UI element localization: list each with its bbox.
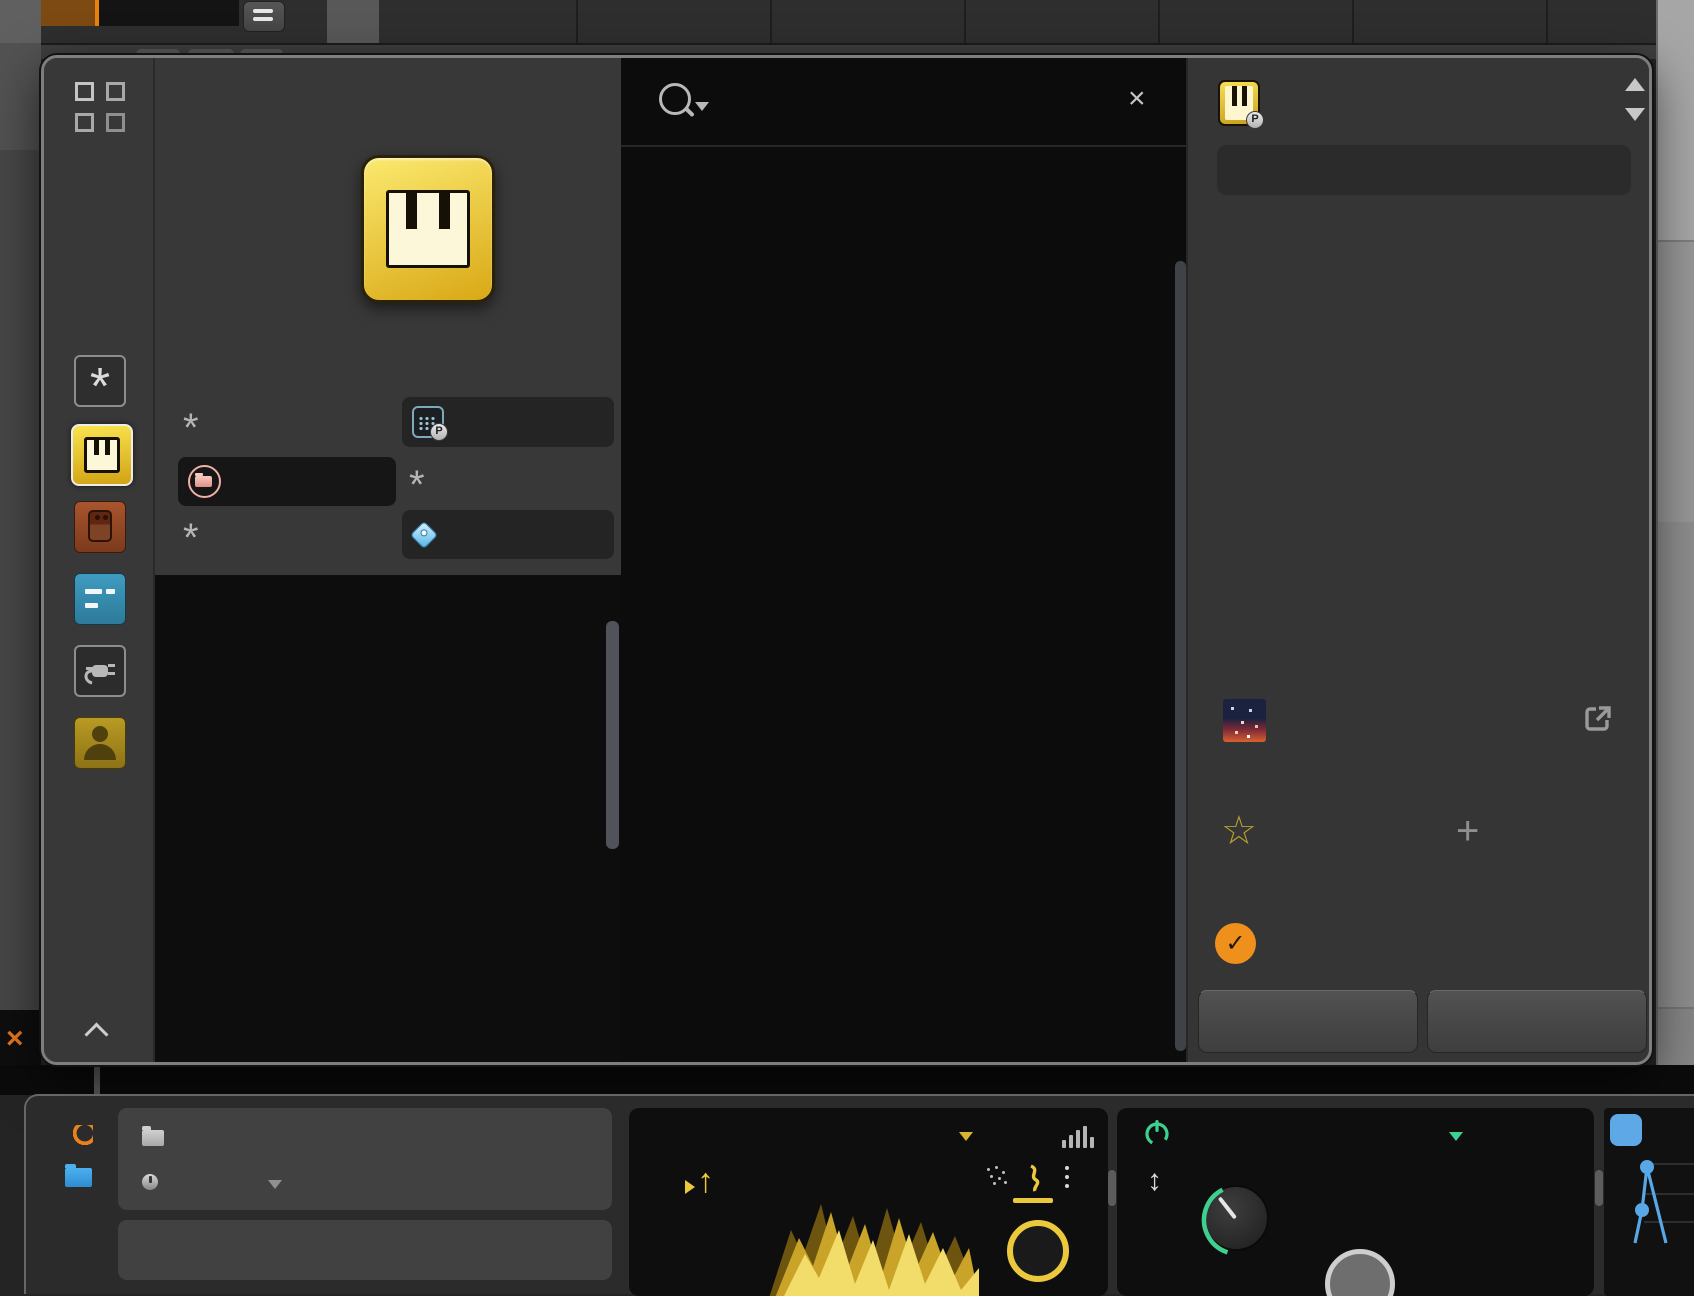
- mode-underline: [1013, 1198, 1053, 1203]
- live-preview-checkbox[interactable]: [1215, 923, 1256, 964]
- mode-knob-icon: [142, 1174, 158, 1190]
- browser-source-strip: [44, 58, 155, 1062]
- filter-tags[interactable]: [402, 510, 614, 559]
- filter-creator[interactable]: *: [409, 462, 433, 498]
- wavetable-knob[interactable]: [1007, 1220, 1069, 1282]
- filter-preset-source[interactable]: [402, 397, 614, 447]
- filter-dropdown-icon[interactable]: [1449, 1132, 1463, 1141]
- spray-mode-icon[interactable]: [987, 1168, 1007, 1188]
- right-scroll-area[interactable]: [1656, 0, 1694, 1095]
- updown-arrow-icon[interactable]: [1147, 1164, 1162, 1198]
- resonance-knob[interactable]: [1325, 1249, 1395, 1296]
- device-row: [1224, 503, 1644, 550]
- piano-icon: [84, 437, 120, 473]
- device-header: [118, 1108, 612, 1210]
- plugins-tab-button[interactable]: [74, 645, 126, 697]
- cutoff-knob[interactable]: [1203, 1185, 1269, 1251]
- bitwig-browser-screen: { "colors": { "selection_blue": "#3a73a3…: [0, 0, 1694, 1229]
- user-content-tab-button[interactable]: [74, 717, 126, 769]
- filter-category-selected[interactable]: [178, 457, 396, 506]
- any-device-type-button[interactable]: [74, 355, 126, 407]
- voices-bars-icon: [1062, 1126, 1100, 1148]
- filter-device[interactable]: *: [183, 515, 207, 551]
- previous-preset-arrow-icon[interactable]: [1625, 78, 1645, 91]
- collapse-chevron-icon[interactable]: [86, 1020, 108, 1042]
- device-header-row2[interactable]: [118, 1220, 612, 1280]
- bend-mode-icon[interactable]: [1027, 1164, 1043, 1192]
- background-column: [327, 0, 379, 43]
- search-bar: ×: [621, 58, 1186, 147]
- collection-star-icon[interactable]: [1221, 811, 1257, 851]
- search-options-chevron-icon[interactable]: [695, 102, 709, 111]
- any-icon: *: [183, 418, 199, 438]
- preset-piano-icon: [1218, 80, 1260, 126]
- external-link-icon[interactable]: [1583, 704, 1613, 734]
- filter-panel: * * *: [155, 58, 621, 1062]
- category-scrollbar[interactable]: [606, 621, 619, 849]
- tag-icon: [410, 520, 438, 548]
- instrument-type-buttons: [209, 342, 621, 399]
- note-fx-tab-button[interactable]: [74, 573, 126, 625]
- moon-icon[interactable]: [69, 1125, 93, 1149]
- category-list: [155, 575, 621, 1062]
- preset-metadata: [1224, 410, 1644, 596]
- filter-location[interactable]: *: [183, 405, 207, 441]
- envelope-curve[interactable]: [1604, 1108, 1694, 1296]
- menu-icon[interactable]: [243, 1, 285, 32]
- search-clear-icon[interactable]: ×: [1128, 84, 1146, 114]
- remote-controls-section: [1604, 1108, 1694, 1296]
- left-dock: [0, 0, 41, 1095]
- close-panel-icon[interactable]: ×: [6, 1024, 24, 1054]
- category-folder-icon: [188, 465, 221, 498]
- background-track-header: [99, 0, 239, 26]
- results-panel: ×: [621, 58, 1186, 1062]
- category-row: [1224, 410, 1644, 457]
- browser-popup: * * *: [41, 55, 1652, 1065]
- instruments-tab-button[interactable]: [71, 424, 133, 486]
- step-mode-icon[interactable]: [1065, 1166, 1069, 1188]
- plug-icon: [82, 655, 118, 689]
- any-icon: *: [183, 528, 199, 548]
- next-preset-arrow-icon[interactable]: [1625, 108, 1645, 121]
- any-icon: *: [409, 475, 425, 495]
- filter-section: [1117, 1108, 1594, 1296]
- add-collection-icon[interactable]: +: [1456, 811, 1479, 851]
- tags-row: [1224, 550, 1576, 597]
- ok-button[interactable]: [1427, 990, 1647, 1053]
- preset-results-list: [621, 147, 1186, 1062]
- section-divider-handle[interactable]: [1595, 1170, 1603, 1206]
- device-panel: ↑: [24, 1094, 1694, 1294]
- package-thumbnail[interactable]: [1223, 699, 1266, 742]
- details-panel: +: [1186, 58, 1652, 1062]
- section-divider-handle[interactable]: [1108, 1170, 1116, 1206]
- browser-grid-icon[interactable]: [75, 82, 125, 132]
- show-presets-button[interactable]: [1217, 145, 1631, 195]
- bitwig-presets-icon: [412, 406, 444, 438]
- wavetable-section: ↑: [629, 1108, 1108, 1296]
- preset-folder-icon[interactable]: [142, 1130, 164, 1146]
- instruments-big-icon: [361, 155, 495, 303]
- wavetable-dropdown-icon[interactable]: [959, 1132, 973, 1141]
- mode-dropdown-icon[interactable]: [268, 1180, 282, 1189]
- power-icon[interactable]: [1143, 1118, 1171, 1148]
- wavetable-waveform[interactable]: [769, 1178, 979, 1296]
- results-scrollbar[interactable]: [1175, 261, 1186, 1051]
- browser-folder-icon[interactable]: [65, 1168, 92, 1187]
- creator-row: [1224, 457, 1644, 504]
- audio-fx-tab-button[interactable]: [74, 501, 126, 553]
- cancel-button[interactable]: [1198, 990, 1418, 1053]
- search-icon[interactable]: [659, 83, 691, 115]
